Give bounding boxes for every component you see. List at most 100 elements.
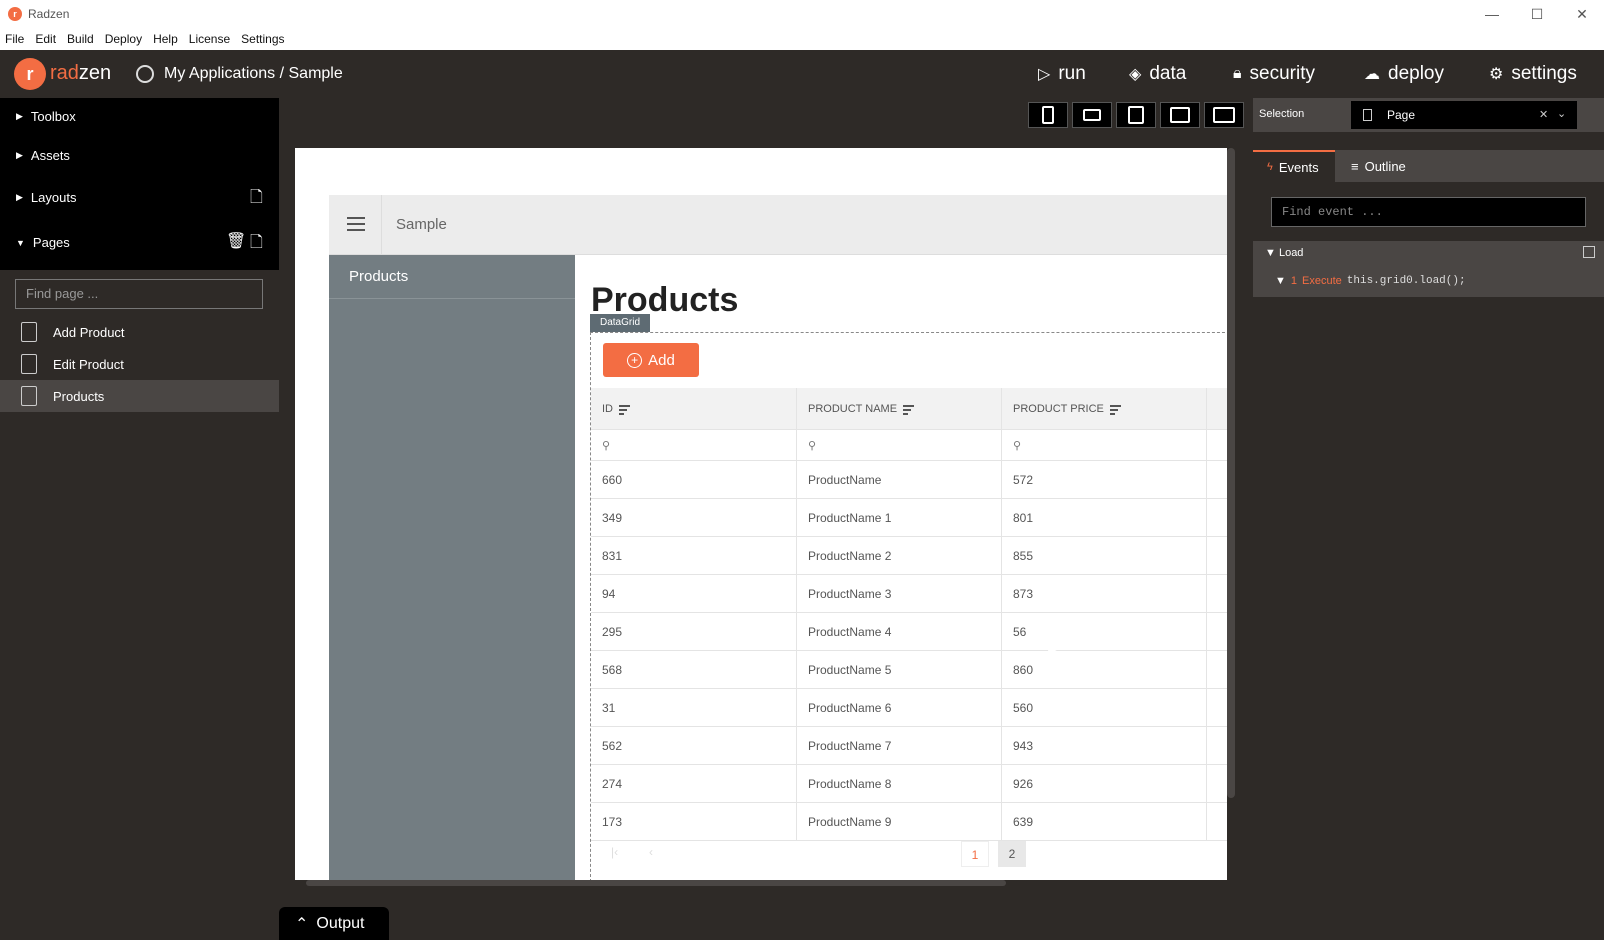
breadcrumb[interactable]: My Applications / Sample <box>164 65 343 83</box>
find-event-input[interactable]: Find event ... <box>1271 197 1586 227</box>
play-icon: ▷ <box>1038 66 1051 83</box>
sort-icon[interactable] <box>619 404 630 415</box>
first-page-icon[interactable]: |‹ <box>611 845 618 859</box>
sort-icon[interactable] <box>903 404 915 415</box>
section-layouts[interactable]: ▶ Layouts <box>16 190 76 205</box>
nav-deploy[interactable]: ☁ deploy <box>1364 63 1444 85</box>
device-laptop-button[interactable] <box>1160 102 1200 128</box>
app-sidebar-item-products[interactable]: Products <box>329 255 575 299</box>
menu-settings[interactable]: Settings <box>241 28 284 50</box>
chevron-up-icon: ⌃ <box>295 915 309 933</box>
nav-security[interactable]: 🔒︎ security <box>1233 63 1315 85</box>
collapse-triangle-icon: ▼ <box>16 237 25 248</box>
nav-run[interactable]: ▷ run <box>1038 63 1086 85</box>
device-desktop-button[interactable] <box>1204 102 1244 128</box>
maximize-button[interactable]: ☐ <box>1527 4 1547 24</box>
section-toolbox[interactable]: ▶ Toolbox <box>16 109 76 124</box>
cell-product-price: 943 <box>1002 727 1207 764</box>
nav-security-label: security <box>1249 63 1315 84</box>
delete-page-icon[interactable]: 🗑 <box>226 231 246 251</box>
prev-page-icon[interactable]: ‹ <box>649 845 653 859</box>
hamburger-menu-icon[interactable] <box>347 217 365 231</box>
column-header-id[interactable]: ID <box>591 388 797 429</box>
page-item-add-product[interactable]: Add Product <box>0 316 279 348</box>
table-row[interactable]: 568 ProductName 5 860 <box>591 651 1227 689</box>
filter-cell-id[interactable]: ⚲ <box>591 430 797 460</box>
device-tablet-portrait-button[interactable] <box>1116 102 1156 128</box>
cell-overflow <box>1207 689 1227 726</box>
table-row[interactable]: 295 ProductName 4 56 <box>591 613 1227 651</box>
search-icon: ⚲ <box>1013 439 1022 452</box>
table-row[interactable]: 349 ProductName 1 801 <box>591 499 1227 537</box>
add-button[interactable]: + Add <box>603 343 699 377</box>
clear-icon[interactable]: ✕ <box>1539 108 1548 121</box>
chevron-down-icon[interactable]: ⌄ <box>1557 107 1566 120</box>
nav-data[interactable]: ◈ data <box>1129 63 1186 85</box>
app-name: Sample <box>396 216 447 233</box>
list-icon: ≡ <box>1351 158 1359 174</box>
table-row[interactable]: 94 ProductName 3 873 <box>591 575 1227 613</box>
design-canvas[interactable]: Sample Products Products DataGrid + Add I… <box>295 148 1227 880</box>
cell-product-price: 873 <box>1002 575 1207 612</box>
tab-outline[interactable]: ≡ Outline <box>1351 150 1406 182</box>
output-tab[interactable]: ⌃ Output <box>279 907 389 940</box>
collapse-triangle-icon: ▼ <box>1265 247 1279 259</box>
page-button-2[interactable]: 2 <box>998 841 1026 867</box>
cell-id: 173 <box>591 803 797 840</box>
event-name[interactable]: ▼ Load <box>1265 247 1303 259</box>
selection-dropdown[interactable]: Page ✕ ⌄ <box>1351 101 1577 129</box>
output-label: Output <box>316 914 365 932</box>
device-phone-landscape-button[interactable] <box>1072 102 1112 128</box>
tab-events[interactable]: ϟ Events <box>1253 150 1335 182</box>
section-toolbox-label: Toolbox <box>30 109 76 124</box>
column-header-overflow <box>1207 388 1227 429</box>
new-layout-icon[interactable]: 🗋 <box>250 186 263 213</box>
cell-product-price: 801 <box>1002 499 1207 536</box>
dashboard-icon[interactable] <box>136 65 154 83</box>
find-page-input[interactable]: Find page ... <box>15 279 263 309</box>
section-assets[interactable]: ▶ Assets <box>16 148 70 163</box>
new-page-icon[interactable]: 🗋 <box>250 231 263 258</box>
nav-settings[interactable]: ⚙ settings <box>1489 63 1577 85</box>
page-item-label: Edit Product <box>53 356 124 372</box>
minimize-button[interactable]: — <box>1482 4 1502 24</box>
close-button[interactable]: ✕ <box>1572 4 1592 24</box>
table-row[interactable]: 274 ProductName 8 926 <box>591 765 1227 803</box>
page-button-1[interactable]: 1 <box>961 841 989 867</box>
column-header-label: PRODUCT NAME <box>808 402 898 415</box>
sort-icon[interactable] <box>1109 404 1121 415</box>
canvas-horizontal-scrollbar[interactable] <box>306 880 1006 886</box>
datagrid-component[interactable]: + Add ID PRODUCT NAME PRODUCT PRICE ⚲ ⚲ ⚲… <box>590 332 1227 880</box>
filter-cell-product-name[interactable]: ⚲ <box>797 430 1002 460</box>
page-item-label: Products <box>53 388 105 404</box>
page-item-edit-product[interactable]: Edit Product <box>0 348 279 380</box>
menu-edit[interactable]: Edit <box>35 28 56 50</box>
device-phone-portrait-button[interactable] <box>1028 102 1068 128</box>
filter-cell-product-price[interactable]: ⚲ <box>1002 430 1207 460</box>
column-header-product-price[interactable]: PRODUCT PRICE <box>1002 388 1207 429</box>
menu-help[interactable]: Help <box>153 28 178 50</box>
table-row[interactable]: 831 ProductName 2 855 <box>591 537 1227 575</box>
event-action[interactable]: ▼ 1 Execute this.grid0.load(); <box>1275 275 1466 287</box>
menu-file[interactable]: File <box>5 28 24 50</box>
selection-row: Selection Page ✕ ⌄ <box>1253 98 1604 132</box>
table-row[interactable]: 31 ProductName 6 560 <box>591 689 1227 727</box>
menu-deploy[interactable]: Deploy <box>105 28 142 50</box>
component-tag[interactable]: DataGrid <box>590 314 650 332</box>
canvas-vertical-scrollbar[interactable] <box>1227 148 1235 798</box>
column-header-product-name[interactable]: PRODUCT NAME <box>797 388 1002 429</box>
edit-event-icon[interactable] <box>1583 246 1595 258</box>
page-item-products[interactable]: Products <box>0 380 279 412</box>
section-pages[interactable]: ▼ Pages <box>16 235 70 250</box>
table-row[interactable]: 660 ProductName 572 <box>591 461 1227 499</box>
cell-product-name: ProductName 4 <box>797 613 1002 650</box>
table-row[interactable]: 562 ProductName 7 943 <box>591 727 1227 765</box>
cell-overflow <box>1207 461 1227 498</box>
cell-product-name: ProductName 5 <box>797 651 1002 688</box>
cloud-upload-icon: ☁ <box>1364 66 1380 83</box>
table-row[interactable]: 173 ProductName 9 639 <box>591 803 1227 841</box>
event-name-label: Load <box>1278 247 1304 259</box>
menu-license[interactable]: License <box>189 28 230 50</box>
menu-build[interactable]: Build <box>67 28 94 50</box>
cell-product-name: ProductName 3 <box>797 575 1002 612</box>
